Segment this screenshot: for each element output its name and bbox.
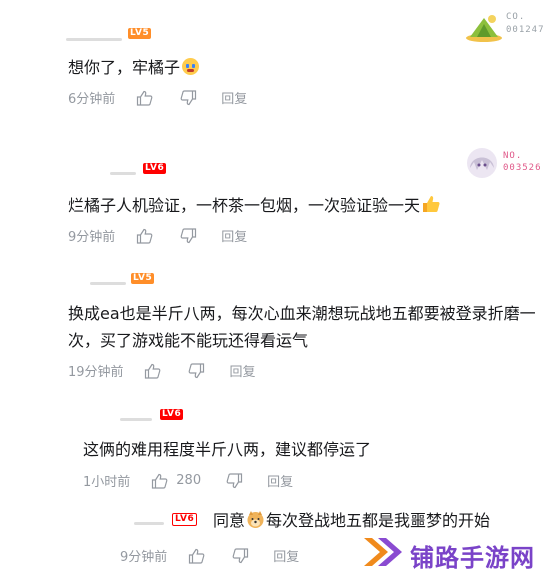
username-blurred[interactable] — [90, 282, 126, 285]
level-badge: LV6 — [160, 409, 184, 420]
dislike-icon[interactable] — [186, 362, 208, 380]
username-blurred[interactable] — [66, 38, 122, 41]
level-badge: LV6 — [172, 513, 198, 526]
reply-button[interactable]: 回复 — [221, 88, 247, 107]
comment-meta: 9分钟前 回复 — [68, 226, 247, 245]
level-badge: LV6 — [143, 163, 167, 174]
dislike-icon[interactable] — [223, 472, 245, 490]
fan-badge: CO. 001247 — [464, 10, 550, 46]
fan-badge-no: CO. — [506, 12, 526, 22]
crying-emoji-icon — [182, 58, 200, 75]
fan-badge-number: 001247 — [506, 25, 545, 35]
dislike-icon[interactable] — [229, 547, 251, 565]
watermark-text: 铺路手游网 — [410, 544, 535, 572]
comment-meta: 19分钟前 回复 — [68, 361, 256, 380]
comment-time: 9分钟前 — [68, 230, 116, 245]
comment-meta: 1小时前 280 回复 — [83, 471, 293, 490]
dislike-icon[interactable] — [177, 89, 199, 107]
username-blurred[interactable] — [120, 418, 152, 421]
like-icon[interactable] — [185, 547, 207, 565]
fan-badge: NO. 003526 — [465, 146, 550, 182]
like-icon[interactable] — [148, 472, 170, 490]
fan-badge-number: 003526 — [503, 163, 542, 173]
dislike-icon[interactable] — [177, 227, 199, 245]
reply-button[interactable]: 回复 — [230, 361, 256, 380]
thumbs-up-emoji-icon — [421, 194, 441, 222]
comment-text: 想你了，牢橘子 — [68, 55, 200, 81]
like-count: 280 — [176, 473, 202, 488]
reply-button[interactable]: 回复 — [273, 546, 299, 565]
comment-text: 这俩的难用程度半斤八两，建议都停运了 — [83, 440, 372, 459]
watermark-logo-icon — [364, 538, 402, 566]
level-badge: LV5 — [128, 28, 152, 39]
fan-badge-no: NO. — [503, 151, 523, 161]
reply-button[interactable]: 回复 — [267, 471, 293, 490]
like-icon[interactable] — [133, 227, 155, 245]
fan-badge-avatar-icon — [467, 148, 497, 178]
comment-time: 1小时前 — [83, 475, 131, 490]
level-badge: LV5 — [131, 273, 155, 284]
comment-time: 6分钟前 — [68, 92, 116, 107]
comment-meta: 6分钟前 回复 — [68, 88, 247, 107]
comment-meta: 9分钟前 回复 — [120, 546, 299, 565]
comment-time: 19分钟前 — [68, 365, 124, 380]
comment-text-line-1: 换成ea也是半斤八两，每次心血来潮想玩战地五都要被登录折磨一 — [68, 304, 536, 323]
username-blurred[interactable] — [134, 522, 164, 525]
fan-badge-icon — [466, 15, 502, 42]
username-blurred[interactable] — [110, 172, 136, 175]
doge-emoji-icon — [246, 510, 265, 537]
comment-text: 烂橘子人机验证，一杯茶一包烟，一次验证验一天 — [68, 193, 441, 222]
like-icon[interactable] — [133, 89, 155, 107]
like-icon[interactable] — [142, 362, 164, 380]
comment-time: 9分钟前 — [120, 550, 168, 565]
watermark: 铺路手游网 — [362, 532, 548, 574]
reply-button[interactable]: 回复 — [221, 226, 247, 245]
comment-text-line-2: 次，买了游戏能不能玩还得看运气 — [68, 331, 309, 350]
